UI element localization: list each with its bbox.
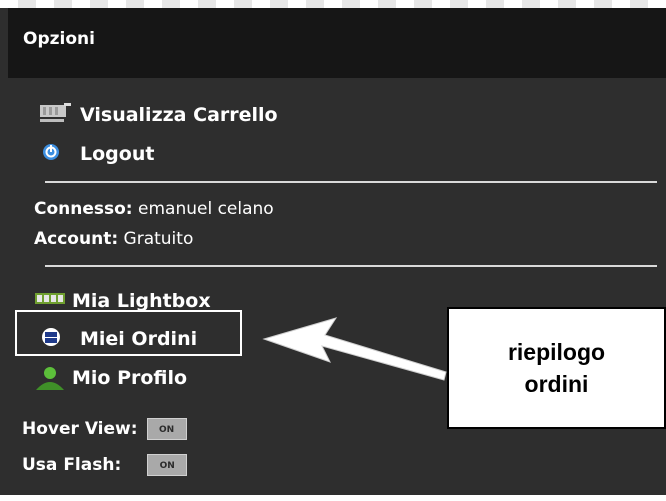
annotation-text: riepilogo ordini [507,339,606,397]
annotation-callout: riepilogo ordini [447,307,666,429]
